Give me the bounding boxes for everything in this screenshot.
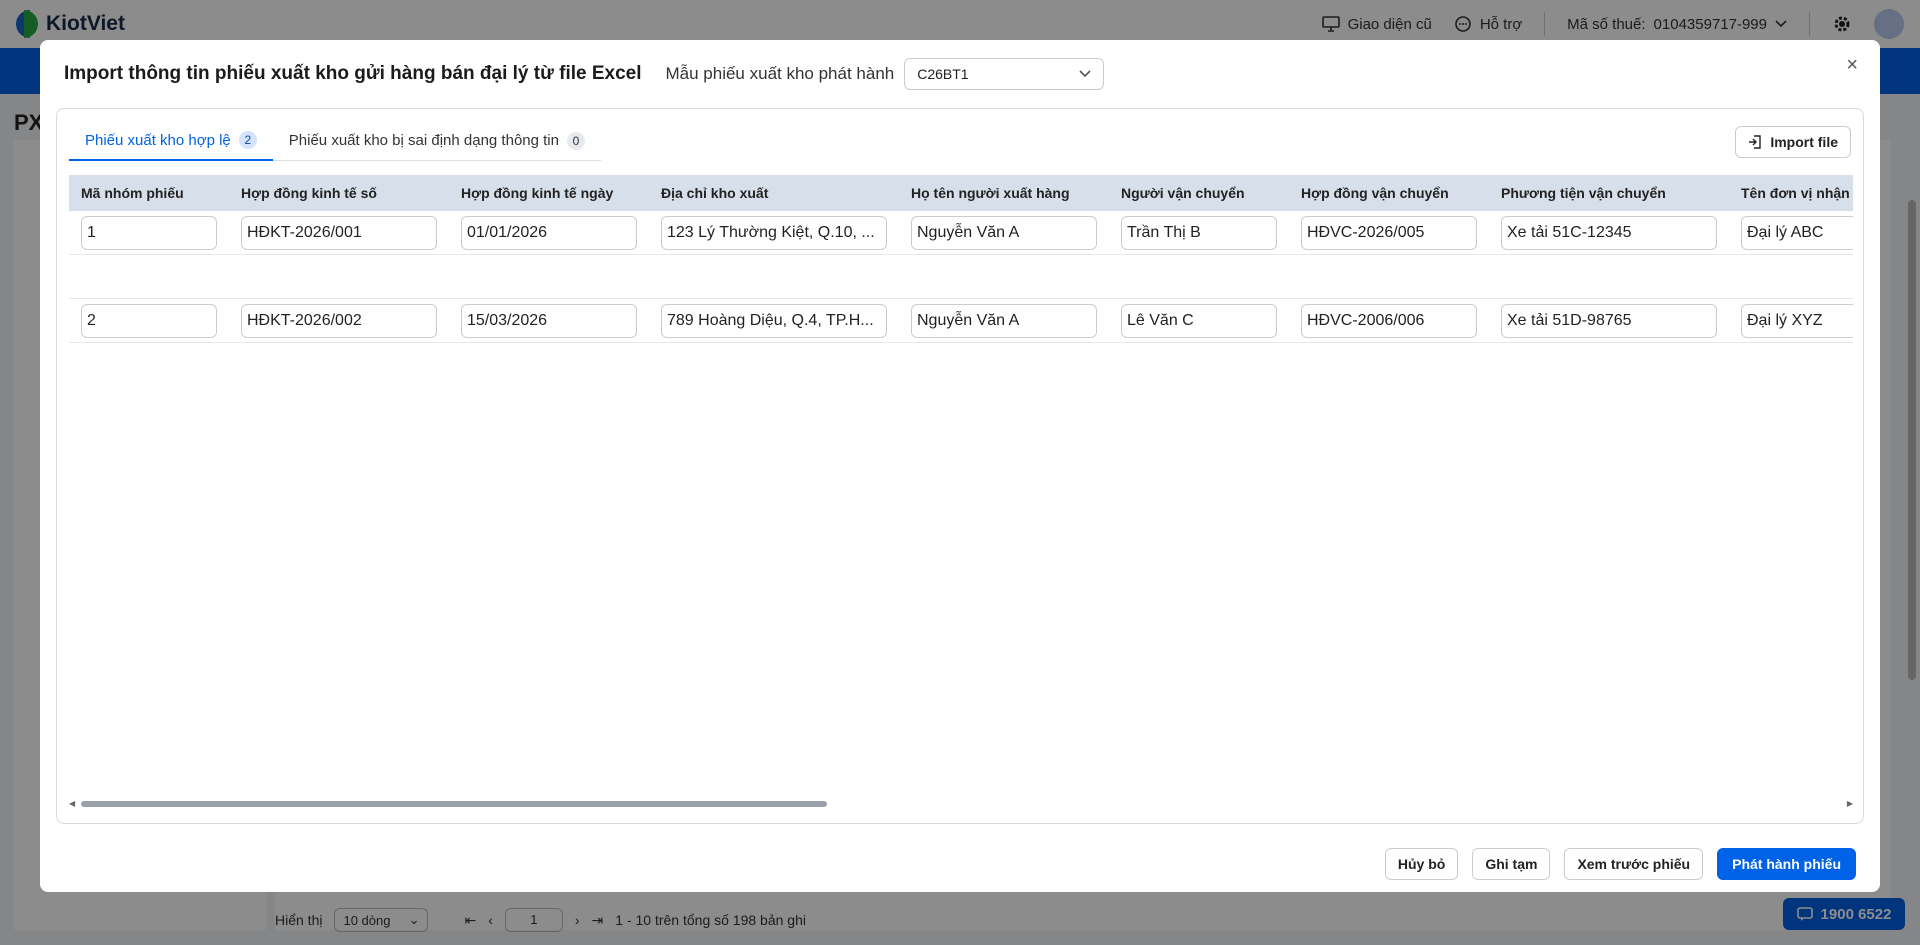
- table-cell: Nguyễn Văn A: [899, 303, 1109, 338]
- modal-footer: Hủy bỏ Ghi tạm Xem trước phiếu Phát hành…: [1384, 848, 1856, 880]
- tab-valid-slips[interactable]: Phiếu xuất kho hợp lệ 2: [69, 121, 273, 161]
- table-cell: Đại lý ABC: [1729, 215, 1853, 250]
- cell-input[interactable]: 789 Hoàng Diệu, Q.4, TP.H...: [661, 303, 887, 338]
- column-header: Địa chỉ kho xuất: [661, 185, 769, 201]
- column-header: Tên đơn vị nhận: [1741, 185, 1850, 201]
- table-cell: Lê Văn C: [1109, 303, 1289, 338]
- table-row: 2 HĐKT-2026/002 15/03/2026 789 Hoàng Diệu, …: [69, 299, 1853, 343]
- preview-button[interactable]: Xem trước phiếu: [1564, 848, 1704, 880]
- cell-input[interactable]: Xe tải 51C-12345: [1501, 215, 1717, 250]
- table-cell: Nguyễn Văn A: [899, 215, 1109, 250]
- column-header: Hợp đồng vận chuyển: [1301, 185, 1449, 201]
- table-cell: HĐVC-2006/006: [1289, 303, 1489, 338]
- cell-input[interactable]: Xe tải 51D-98765: [1501, 303, 1717, 338]
- scrollbar-thumb[interactable]: [81, 801, 827, 807]
- table-cell: 01/01/2026: [449, 215, 649, 250]
- cell-input[interactable]: Đại lý XYZ: [1741, 303, 1853, 338]
- table-cell: HĐKT-2026/001: [229, 215, 449, 250]
- file-import-icon: [1749, 135, 1762, 149]
- table-cell: 15/03/2026: [449, 303, 649, 338]
- cell-input[interactable]: Trần Thị B: [1121, 215, 1277, 250]
- cell-input[interactable]: 123 Lý Thường Kiệt, Q.10, ...: [661, 215, 887, 250]
- count-badge: 2: [238, 131, 257, 149]
- tab-bar: Phiếu xuất kho hợp lệ 2 Phiếu xuất kho b…: [69, 121, 601, 161]
- chevron-down-icon: [1079, 70, 1091, 78]
- table-cell: HĐVC-2026/005: [1289, 215, 1489, 250]
- cell-input[interactable]: 15/03/2026: [461, 303, 637, 338]
- tab-label: Phiếu xuất kho bị sai định dạng thông ti…: [288, 132, 559, 149]
- column-header: Hợp đồng kinh tế số: [241, 185, 377, 201]
- table-cell: Xe tải 51D-98765: [1489, 303, 1729, 338]
- template-select[interactable]: C26BT1: [904, 58, 1105, 90]
- empty-row: [69, 255, 1853, 299]
- tab-label: Phiếu xuất kho hợp lệ: [85, 131, 231, 149]
- template-label: Mẫu phiếu xuất kho phát hành: [665, 64, 895, 83]
- cell-input[interactable]: 1: [81, 215, 217, 250]
- cell-input[interactable]: HĐKT-2026/002: [241, 303, 437, 338]
- cancel-button[interactable]: Hủy bỏ: [1384, 848, 1459, 880]
- close-icon[interactable]: ×: [1846, 54, 1858, 77]
- tab-invalid-slips[interactable]: Phiếu xuất kho bị sai định dạng thông ti…: [273, 121, 601, 160]
- table-header: Mã nhóm phiếu Hợp đồng kinh tế số Hợp đồng…: [69, 175, 1853, 211]
- import-table: Mã nhóm phiếu Hợp đồng kinh tế số Hợp đồng…: [69, 175, 1853, 785]
- cell-input[interactable]: Đại lý ABC: [1741, 215, 1853, 250]
- cell-input[interactable]: Lê Văn C: [1121, 303, 1277, 338]
- table-cell: 123 Lý Thường Kiệt, Q.10, ...: [649, 215, 899, 250]
- import-panel: Phiếu xuất kho hợp lệ 2 Phiếu xuất kho b…: [56, 108, 1864, 824]
- issue-slip-button[interactable]: Phát hành phiếu: [1717, 848, 1856, 880]
- column-header: Phương tiện vận chuyển: [1501, 185, 1666, 201]
- import-file-button[interactable]: Import file: [1735, 126, 1851, 158]
- modal-header: Import thông tin phiếu xuất kho gửi hàng…: [64, 52, 1856, 96]
- cell-input[interactable]: 2: [81, 303, 217, 338]
- modal-title: Import thông tin phiếu xuất kho gửi hàng…: [64, 63, 642, 84]
- cell-input[interactable]: Nguyễn Văn A: [911, 215, 1097, 250]
- scroll-left-icon[interactable]: ◀: [69, 799, 75, 808]
- column-header: Họ tên người xuất hàng: [911, 185, 1070, 201]
- horizontal-scrollbar[interactable]: ◀ ▶: [69, 799, 1853, 809]
- column-header: Người vận chuyển: [1121, 185, 1245, 201]
- table-cell: 2: [69, 303, 229, 338]
- cell-input[interactable]: HĐKT-2026/001: [241, 215, 437, 250]
- table-cell: Xe tải 51C-12345: [1489, 215, 1729, 250]
- cell-input[interactable]: 01/01/2026: [461, 215, 637, 250]
- table-row: 1 HĐKT-2026/001 01/01/2026 123 Lý Thường Ki…: [69, 211, 1853, 255]
- cell-input[interactable]: HĐVC-2006/006: [1301, 303, 1477, 338]
- table-cell: Đại lý XYZ: [1729, 303, 1853, 338]
- column-header: Mã nhóm phiếu: [81, 185, 184, 201]
- table-cell: 1: [69, 215, 229, 250]
- cell-input[interactable]: Nguyễn Văn A: [911, 303, 1097, 338]
- save-draft-button[interactable]: Ghi tạm: [1472, 848, 1551, 880]
- import-modal: Import thông tin phiếu xuất kho gửi hàng…: [40, 40, 1880, 892]
- cell-input[interactable]: HĐVC-2026/005: [1301, 215, 1477, 250]
- table-cell: HĐKT-2026/002: [229, 303, 449, 338]
- table-cell: Trần Thị B: [1109, 215, 1289, 250]
- table-cell: 789 Hoàng Diệu, Q.4, TP.H...: [649, 303, 899, 338]
- import-file-label: Import file: [1770, 134, 1838, 150]
- count-badge: 0: [566, 131, 585, 150]
- scroll-right-icon[interactable]: ▶: [1847, 799, 1853, 808]
- template-value: C26BT1: [917, 66, 969, 82]
- column-header: Hợp đồng kinh tế ngày: [461, 185, 614, 201]
